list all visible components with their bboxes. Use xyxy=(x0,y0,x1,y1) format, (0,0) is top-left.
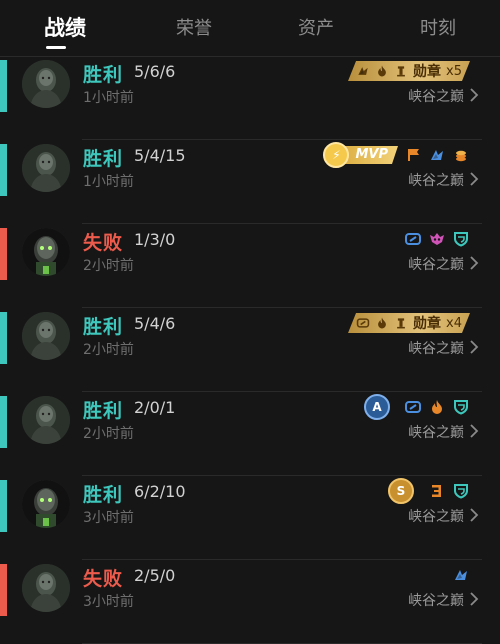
hero-avatar xyxy=(22,396,70,444)
result-bar xyxy=(0,60,7,112)
flame-icon xyxy=(428,398,446,416)
honor-label: 勋章 xyxy=(413,316,442,332)
chevron-right-icon[interactable] xyxy=(468,87,480,103)
match-badges xyxy=(452,563,470,587)
result-bar xyxy=(0,396,7,448)
tower-icon xyxy=(394,64,408,78)
match-row[interactable]: 失败 2/5/0 3小时前 峡谷之巅 xyxy=(0,560,500,644)
shield-icon xyxy=(452,398,470,416)
kda: 2/5/0 xyxy=(134,566,176,585)
game-mode: 峡谷之巅 xyxy=(408,509,464,525)
match-time: 1小时前 xyxy=(83,174,134,190)
match-result: 胜利 xyxy=(83,148,124,170)
match-badges: S xyxy=(388,478,470,504)
link-icon xyxy=(404,398,422,416)
hero-avatar xyxy=(22,144,70,192)
match-time: 2小时前 xyxy=(83,426,134,442)
match-badges: A xyxy=(364,394,470,420)
rank-coin-letter: A xyxy=(372,400,382,414)
kda: 6/2/10 xyxy=(134,482,186,501)
match-badges: 勋章 x4 xyxy=(348,311,470,335)
three-icon xyxy=(428,482,446,500)
game-mode: 峡谷之巅 xyxy=(408,341,464,357)
result-bar xyxy=(0,144,7,196)
rank-coin-icon: S xyxy=(388,478,414,504)
chevron-right-icon[interactable] xyxy=(468,171,480,187)
honor-badge: 勋章 x4 xyxy=(348,313,470,333)
hero-avatar xyxy=(22,480,70,528)
hero-avatar xyxy=(22,564,70,612)
game-mode: 峡谷之巅 xyxy=(408,257,464,273)
kda: 5/6/6 xyxy=(134,62,176,81)
shield-icon xyxy=(452,230,470,248)
rank-coin-icon: A xyxy=(364,394,390,420)
match-result: 胜利 xyxy=(83,316,124,338)
coins-icon xyxy=(452,146,470,164)
kill-icon xyxy=(452,566,470,584)
match-result: 胜利 xyxy=(83,64,124,86)
hero-avatar xyxy=(22,312,70,360)
match-time: 1小时前 xyxy=(83,90,134,106)
result-bar xyxy=(0,312,7,364)
chevron-right-icon[interactable] xyxy=(468,339,480,355)
flag-icon xyxy=(404,146,422,164)
kill-icon xyxy=(428,146,446,164)
honor-badge: 勋章 x5 xyxy=(348,61,470,81)
mask-icon xyxy=(428,230,446,248)
hero-avatar xyxy=(22,60,70,108)
chevron-right-icon[interactable] xyxy=(468,255,480,271)
lightning-icon: ⚡ xyxy=(323,142,350,168)
honor-count: x4 xyxy=(446,315,462,331)
match-row[interactable]: 胜利 6/2/10 3小时前 S 峡谷之巅 xyxy=(0,476,500,560)
tab-bar: 战绩 荣誉 资产 时刻 xyxy=(0,0,500,57)
shield-icon xyxy=(452,482,470,500)
result-bar xyxy=(0,480,7,532)
flame-icon xyxy=(375,64,389,78)
match-time: 3小时前 xyxy=(83,594,134,610)
honor-count: x5 xyxy=(446,63,462,79)
mvp-badge: ⚡ MVP xyxy=(323,142,398,168)
chevron-right-icon[interactable] xyxy=(468,423,480,439)
kill-icon xyxy=(356,64,370,78)
chevron-right-icon[interactable] xyxy=(468,591,480,607)
game-mode: 峡谷之巅 xyxy=(408,425,464,441)
kda: 2/0/1 xyxy=(134,398,176,417)
tower-icon xyxy=(394,316,408,330)
match-badges: 勋章 x5 xyxy=(348,59,470,83)
game-mode: 峡谷之巅 xyxy=(408,593,464,609)
chevron-right-icon[interactable] xyxy=(468,507,480,523)
flame-icon xyxy=(375,316,389,330)
match-row[interactable]: 胜利 5/4/15 1小时前 ⚡ MVP 峡谷之巅 xyxy=(0,140,500,224)
honor-label: 勋章 xyxy=(413,64,442,80)
match-row[interactable]: 失败 1/3/0 2小时前 峡谷之巅 xyxy=(0,224,500,308)
match-row[interactable]: 胜利 5/4/6 2小时前 勋章 x4 峡谷之巅 xyxy=(0,308,500,392)
match-badges: ⚡ MVP xyxy=(323,142,470,168)
rank-coin-letter: S xyxy=(396,484,406,498)
match-time: 2小时前 xyxy=(83,258,134,274)
result-bar xyxy=(0,564,7,616)
game-mode: 峡谷之巅 xyxy=(408,173,464,189)
match-result: 失败 xyxy=(83,568,124,590)
tab-records[interactable]: 战绩 xyxy=(44,12,86,42)
match-result: 胜利 xyxy=(83,484,124,506)
match-badges xyxy=(404,227,470,251)
tab-moments[interactable]: 时刻 xyxy=(420,14,456,40)
kda: 5/4/6 xyxy=(134,314,176,333)
link-icon xyxy=(404,230,422,248)
active-tab-indicator xyxy=(46,46,66,49)
hero-avatar xyxy=(22,228,70,276)
match-row[interactable]: 胜利 5/6/6 1小时前 勋章 x5 峡谷之巅 xyxy=(0,56,500,140)
match-result: 失败 xyxy=(83,232,124,254)
match-time: 3小时前 xyxy=(83,510,134,526)
link-icon xyxy=(356,316,370,330)
kda: 5/4/15 xyxy=(134,146,186,165)
match-result: 胜利 xyxy=(83,400,124,422)
tab-honor[interactable]: 荣誉 xyxy=(176,14,212,40)
result-bar xyxy=(0,228,7,280)
tab-assets[interactable]: 资产 xyxy=(298,14,334,40)
kda: 1/3/0 xyxy=(134,230,176,249)
match-time: 2小时前 xyxy=(83,342,134,358)
match-row[interactable]: 胜利 2/0/1 2小时前 A 峡谷之巅 xyxy=(0,392,500,476)
game-mode: 峡谷之巅 xyxy=(408,89,464,105)
